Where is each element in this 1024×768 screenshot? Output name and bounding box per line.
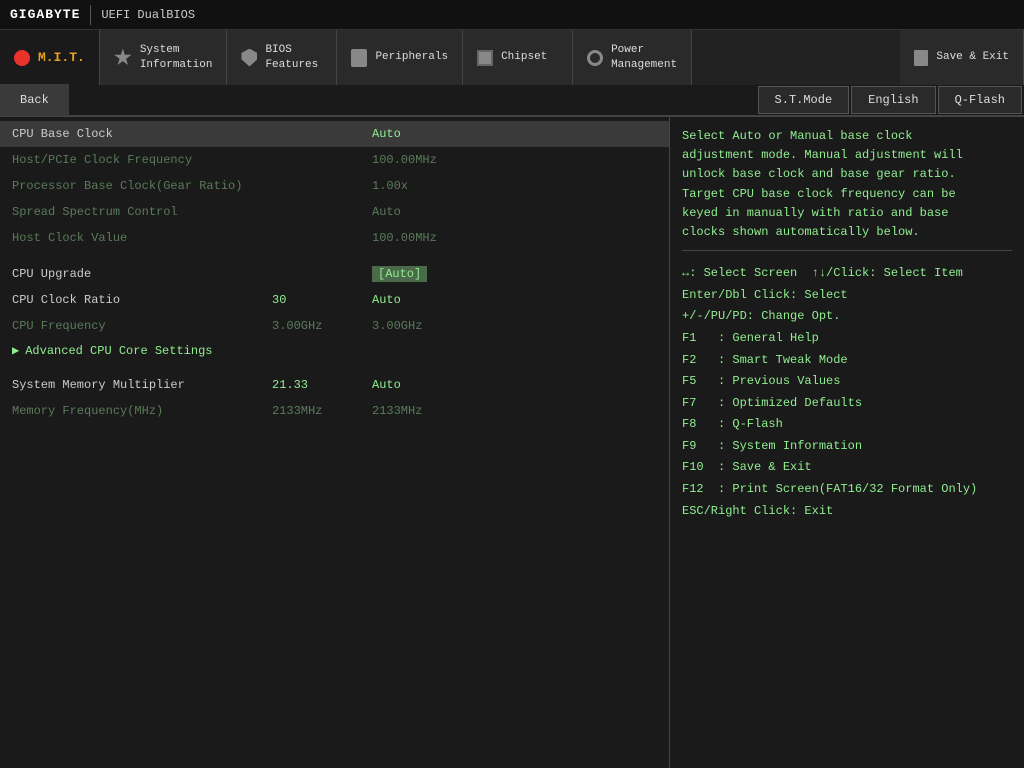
hotkey-line-3: +/-/PU/PD: Change Opt. bbox=[682, 306, 1012, 328]
tab-power-mgmt-label: Power Management bbox=[611, 43, 677, 72]
save-icon bbox=[914, 50, 928, 66]
shield-icon bbox=[241, 49, 257, 67]
host-pcie-value: 100.00MHz bbox=[372, 153, 437, 167]
host-clock-val-value: 100.00MHz bbox=[372, 231, 437, 245]
mit-tab[interactable]: M.I.T. bbox=[0, 30, 100, 85]
row-sys-mem-mult[interactable]: System Memory Multiplier 21.33 Auto bbox=[0, 372, 669, 398]
left-panel: CPU Base Clock Auto Host/PCIe Clock Freq… bbox=[0, 117, 670, 768]
cpu-clock-ratio-value: Auto bbox=[372, 293, 401, 307]
divider bbox=[90, 5, 91, 25]
adv-cpu-core-label: Advanced CPU Core Settings bbox=[25, 344, 212, 358]
cpu-base-clock-label: CPU Base Clock bbox=[12, 127, 272, 141]
hotkey-line-2: Enter/Dbl Click: Select bbox=[682, 285, 1012, 307]
mit-label: M.I.T. bbox=[38, 50, 85, 65]
help-text: Select Auto or Manual base clock adjustm… bbox=[682, 127, 1012, 251]
gear-icon bbox=[114, 49, 132, 67]
english-button[interactable]: English bbox=[851, 86, 935, 114]
hotkey-line-5: F2 : Smart Tweak Mode bbox=[682, 350, 1012, 372]
chip-icon bbox=[477, 50, 493, 66]
proc-base-clock-value: 1.00x bbox=[372, 179, 408, 193]
stmode-button[interactable]: S.T.Mode bbox=[758, 86, 850, 114]
gigabyte-logo: GIGABYTE bbox=[10, 7, 80, 22]
row-mem-freq[interactable]: Memory Frequency(MHz) 2133MHz 2133MHz bbox=[0, 398, 669, 424]
cpu-freq-value: 3.00GHz bbox=[372, 319, 422, 333]
tab-power-management[interactable]: Power Management bbox=[573, 30, 692, 85]
section-gap-2 bbox=[0, 362, 669, 372]
sub-nav-right: S.T.Mode English Q-Flash bbox=[758, 85, 1024, 115]
power-icon bbox=[587, 50, 603, 66]
mem-freq-col2: 2133MHz bbox=[272, 404, 372, 418]
uefi-label: UEFI DualBIOS bbox=[101, 8, 195, 22]
tab-bios-features[interactable]: BIOS Features bbox=[227, 30, 337, 85]
spread-spectrum-label: Spread Spectrum Control bbox=[12, 205, 272, 219]
hotkey-line-4: F1 : General Help bbox=[682, 328, 1012, 350]
hotkey-line-11: F12 : Print Screen(FAT16/32 Format Only) bbox=[682, 479, 1012, 501]
tab-bios-features-label: BIOS Features bbox=[265, 43, 318, 72]
sys-mem-mult-label: System Memory Multiplier bbox=[12, 378, 272, 392]
tab-peripherals[interactable]: Peripherals bbox=[337, 30, 463, 85]
sub-nav: Back S.T.Mode English Q-Flash bbox=[0, 85, 1024, 117]
right-panel: Select Auto or Manual base clock adjustm… bbox=[670, 117, 1024, 768]
proc-base-clock-label: Processor Base Clock(Gear Ratio) bbox=[12, 179, 272, 193]
sys-mem-mult-col2: 21.33 bbox=[272, 378, 372, 392]
cpu-freq-col2: 3.00GHz bbox=[272, 319, 372, 333]
hotkey-line-6: F5 : Previous Values bbox=[682, 371, 1012, 393]
hotkey-line-12: ESC/Right Click: Exit bbox=[682, 501, 1012, 523]
hotkey-line-10: F10 : Save & Exit bbox=[682, 457, 1012, 479]
spread-spectrum-value: Auto bbox=[372, 205, 401, 219]
arrow-icon: ▶ bbox=[12, 343, 19, 358]
tab-chipset-label: Chipset bbox=[501, 50, 547, 64]
row-cpu-clock-ratio[interactable]: CPU Clock Ratio 30 Auto bbox=[0, 287, 669, 313]
hotkey-line-7: F7 : Optimized Defaults bbox=[682, 393, 1012, 415]
sys-mem-mult-value: Auto bbox=[372, 378, 401, 392]
cpu-freq-label: CPU Frequency bbox=[12, 319, 272, 333]
cpu-upgrade-value: [Auto] bbox=[372, 266, 427, 282]
mem-freq-label: Memory Frequency(MHz) bbox=[12, 404, 272, 418]
hotkey-line-9: F9 : System Information bbox=[682, 436, 1012, 458]
hotkey-line-1: ↔: Select Screen ↑↓/Click: Select Item bbox=[682, 263, 1012, 285]
cpu-base-clock-value: Auto bbox=[372, 127, 401, 141]
hotkeys-text: ↔: Select Screen ↑↓/Click: Select Item E… bbox=[682, 259, 1012, 758]
qflash-button[interactable]: Q-Flash bbox=[938, 86, 1022, 114]
nav-tabs: M.I.T. System Information BIOS Features … bbox=[0, 30, 1024, 85]
row-host-clock-val[interactable]: Host Clock Value 100.00MHz bbox=[0, 225, 669, 251]
top-bar: GIGABYTE UEFI DualBIOS bbox=[0, 0, 1024, 30]
section-gap-1 bbox=[0, 251, 669, 261]
row-cpu-upgrade[interactable]: CPU Upgrade [Auto] bbox=[0, 261, 669, 287]
row-host-pcie[interactable]: Host/PCIe Clock Frequency 100.00MHz bbox=[0, 147, 669, 173]
tab-system-info-label: System Information bbox=[140, 43, 213, 72]
plug-icon bbox=[351, 49, 367, 67]
hotkey-line-8: F8 : Q-Flash bbox=[682, 414, 1012, 436]
row-cpu-base-clock[interactable]: CPU Base Clock Auto bbox=[0, 121, 669, 147]
cpu-clock-ratio-col2: 30 bbox=[272, 293, 372, 307]
back-button[interactable]: Back bbox=[0, 84, 69, 116]
row-cpu-freq[interactable]: CPU Frequency 3.00GHz 3.00GHz bbox=[0, 313, 669, 339]
row-proc-base-clock[interactable]: Processor Base Clock(Gear Ratio) 1.00x bbox=[0, 173, 669, 199]
host-clock-val-label: Host Clock Value bbox=[12, 231, 272, 245]
mit-dot bbox=[14, 50, 30, 66]
main-content: CPU Base Clock Auto Host/PCIe Clock Freq… bbox=[0, 117, 1024, 768]
cpu-clock-ratio-label: CPU Clock Ratio bbox=[12, 293, 272, 307]
tab-save-exit[interactable]: Save & Exit bbox=[900, 30, 1024, 85]
host-pcie-label: Host/PCIe Clock Frequency bbox=[12, 153, 272, 167]
tab-peripherals-label: Peripherals bbox=[375, 50, 448, 64]
cpu-upgrade-label: CPU Upgrade bbox=[12, 267, 272, 281]
mem-freq-value: 2133MHz bbox=[372, 404, 422, 418]
tab-system-information[interactable]: System Information bbox=[100, 30, 228, 85]
row-spread-spectrum[interactable]: Spread Spectrum Control Auto bbox=[0, 199, 669, 225]
tab-save-exit-label: Save & Exit bbox=[936, 50, 1009, 64]
tab-chipset[interactable]: Chipset bbox=[463, 30, 573, 85]
row-adv-cpu-core[interactable]: ▶ Advanced CPU Core Settings bbox=[0, 339, 669, 362]
